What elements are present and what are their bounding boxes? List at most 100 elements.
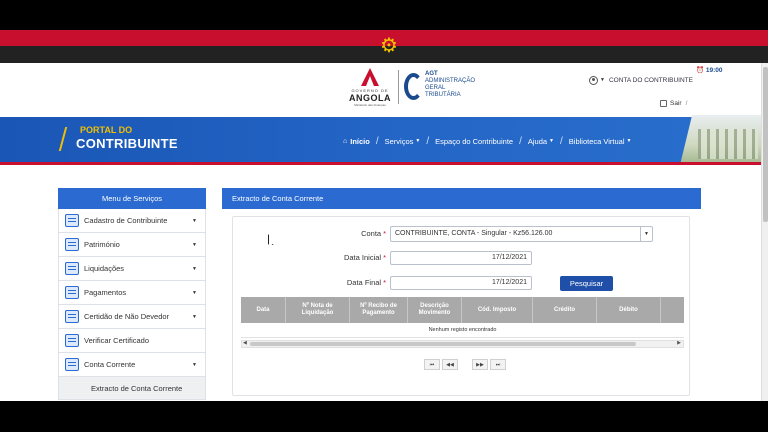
data-inicial-label-text: Data Inicial bbox=[343, 253, 382, 262]
agt-line2: GERAL bbox=[425, 85, 446, 91]
caret-down-icon: ▼ bbox=[192, 242, 197, 248]
next-page-button[interactable]: ▶▶ bbox=[472, 359, 488, 370]
page-scroll-thumb[interactable] bbox=[763, 67, 768, 222]
nav-item-biblioteca[interactable]: Biblioteca Virtual ▼ bbox=[569, 137, 632, 146]
services-sidebar: Menu de Serviços Cadastro de Contribuint… bbox=[58, 188, 206, 401]
column-header[interactable]: Crédito bbox=[533, 297, 597, 323]
data-inicial-input[interactable]: 17/12/2021 bbox=[390, 251, 532, 265]
column-header[interactable]: Nº Recibo de Pagamento bbox=[350, 297, 408, 323]
chevron-down-icon: ▼ bbox=[549, 138, 554, 144]
scroll-right-icon[interactable]: ▶ bbox=[677, 340, 681, 346]
angola-logo-mark-icon bbox=[361, 68, 379, 86]
nav-separator: / bbox=[426, 135, 430, 147]
column-header[interactable]: Data bbox=[241, 297, 286, 323]
brand-accent-bar bbox=[58, 127, 68, 151]
nav-separator: / bbox=[560, 135, 563, 147]
column-header[interactable]: Cód. Imposto bbox=[462, 297, 533, 323]
caret-down-icon: ▼ bbox=[192, 266, 197, 272]
nav-label-inicio: Início bbox=[350, 136, 370, 146]
agt-abbr: AGT bbox=[425, 71, 438, 77]
column-header[interactable]: Débito bbox=[597, 297, 661, 323]
sidebar-item-certidao[interactable]: Certidão de Não Devedor ▼ bbox=[58, 305, 206, 329]
caret-down-icon: ▼ bbox=[192, 290, 197, 296]
chevron-down-icon: ▼ bbox=[626, 138, 632, 144]
clock-icon: ⏰ bbox=[696, 67, 705, 74]
table-horizontal-scrollbar[interactable]: ◀ ▶ bbox=[241, 340, 684, 348]
logout-link[interactable]: Sair / bbox=[660, 100, 687, 107]
chevron-down-icon: ▼ bbox=[640, 227, 652, 241]
sidebar-item-label: Verificar Certificado bbox=[84, 336, 150, 345]
sidebar-item-label: Conta Corrente bbox=[84, 360, 136, 369]
sidebar-subitem-extracto[interactable]: Extracto de Conta Corrente bbox=[58, 377, 206, 400]
verify-icon bbox=[65, 334, 79, 347]
account-menu[interactable]: ▼ CONTA DO CONTRIBUINTE bbox=[589, 74, 693, 86]
sidebar-item-label: Cadastro de Contribuinte bbox=[84, 216, 168, 225]
nav-label-ajuda: Ajuda bbox=[527, 136, 548, 146]
column-header[interactable]: Descrição Movimento bbox=[408, 297, 462, 323]
banner-building-image bbox=[680, 115, 761, 165]
scroll-left-icon[interactable]: ◀ bbox=[243, 340, 247, 346]
data-final-label-text: Data Final bbox=[346, 278, 382, 287]
angola-flag-bar: ⚙ bbox=[0, 30, 768, 63]
column-header[interactable]: Nº Nota de Liquidação bbox=[286, 297, 350, 323]
previous-page-button[interactable]: ◀◀ bbox=[442, 359, 458, 370]
last-page-button[interactable]: ⏭ bbox=[490, 359, 506, 370]
sidebar-title: Menu de Serviços bbox=[58, 188, 206, 209]
sidebar-item-pagamentos[interactable]: Pagamentos ▼ bbox=[58, 281, 206, 305]
building-icon bbox=[65, 238, 79, 251]
agt-logo[interactable]: AGT ADMINISTRAÇÃO GERAL TRIBUTÁRIA bbox=[404, 71, 484, 107]
angola-emblem-icon: ⚙ bbox=[380, 35, 398, 57]
pager-gap bbox=[460, 359, 470, 370]
sidebar-item-label: Pagamentos bbox=[84, 288, 127, 297]
sidebar-item-conta-corrente[interactable]: Conta Corrente ▼ bbox=[58, 353, 206, 377]
brand-line1: PORTAL DO bbox=[80, 125, 133, 135]
sidebar-item-label: Certidão de Não Devedor bbox=[84, 312, 170, 321]
clock-time: 19:00 bbox=[705, 67, 723, 74]
agt-ring-icon bbox=[404, 73, 423, 100]
ledger-icon bbox=[65, 358, 79, 371]
nav-label-espaco: Espaço do Contribuinte bbox=[435, 136, 514, 146]
agt-line1: ADMINISTRAÇÃO bbox=[425, 78, 476, 84]
panel-title: Extracto de Conta Corrente bbox=[222, 188, 701, 209]
nav-item-inicio[interactable]: ⌂ Início bbox=[343, 137, 370, 146]
nav-separator: / bbox=[519, 135, 522, 147]
scroll-thumb[interactable] bbox=[250, 342, 636, 346]
agt-logo-text: AGT ADMINISTRAÇÃO GERAL TRIBUTÁRIA bbox=[425, 71, 475, 99]
lock-icon bbox=[660, 100, 667, 107]
required-mark: * bbox=[383, 278, 386, 287]
gov-logo-big-text: ANGOLA bbox=[349, 93, 391, 103]
governo-angola-logo[interactable]: GOVERNO DE ANGOLA Ministério das Finança… bbox=[346, 68, 394, 112]
nav-item-espaco[interactable]: Espaço do Contribuinte bbox=[435, 137, 513, 146]
first-page-button[interactable]: ⏮ bbox=[424, 359, 440, 370]
empty-table-message: Nenhum registo encontrado bbox=[241, 323, 684, 338]
screen: ⚙ GOVERNO DE ANGOLA Ministério das Finan… bbox=[0, 0, 768, 432]
banner-red-line bbox=[0, 162, 761, 165]
table-header: Data Nº Nota de Liquidação Nº Recibo de … bbox=[241, 297, 684, 323]
conta-label-text: Conta bbox=[361, 229, 382, 238]
data-final-input[interactable]: 17/12/2021 bbox=[390, 276, 532, 290]
sidebar-item-verificar[interactable]: Verificar Certificado bbox=[58, 329, 206, 353]
sidebar-item-cadastro[interactable]: Cadastro de Contribuinte ▼ bbox=[58, 209, 206, 233]
conta-select[interactable]: CONTRIBUINTE, CONTA - Singular - Kz56.12… bbox=[390, 226, 653, 242]
chevron-down-icon: ▼ bbox=[600, 77, 605, 83]
nav-item-ajuda[interactable]: Ajuda ▼ bbox=[528, 137, 554, 146]
conta-select-value: CONTRIBUINTE, CONTA - Singular - Kz56.12… bbox=[395, 230, 553, 237]
sidebar-subitem-label: Extracto de Conta Corrente bbox=[91, 383, 183, 393]
chevron-down-icon: ▼ bbox=[415, 138, 421, 144]
nav-label-servicos: Serviços bbox=[384, 136, 414, 146]
column-header-extra bbox=[661, 297, 684, 323]
sidebar-item-liquidacoes[interactable]: Liquidações ▼ bbox=[58, 257, 206, 281]
nav-item-servicos[interactable]: Serviços ▼ bbox=[385, 137, 421, 146]
data-final-label: Data Final * bbox=[286, 278, 386, 287]
conta-label: Conta * bbox=[286, 229, 386, 238]
nav-banner: PORTAL DO CONTRIBUINTE ⌂ Início / Serviç… bbox=[0, 115, 761, 165]
main-nav: ⌂ Início / Serviços ▼ / Espaço do Contri… bbox=[343, 135, 631, 147]
sidebar-item-patrimonio[interactable]: Património ▼ bbox=[58, 233, 206, 257]
clock: ⏰ 19:00 bbox=[696, 66, 723, 74]
account-label: CONTA DO CONTRIBUINTE bbox=[608, 76, 693, 84]
agt-line3: TRIBUTÁRIA bbox=[425, 92, 461, 98]
page-vertical-scrollbar[interactable] bbox=[761, 63, 768, 401]
movements-table: Data Nº Nota de Liquidação Nº Recibo de … bbox=[241, 297, 684, 352]
sidebar-item-label: Património bbox=[84, 240, 120, 249]
search-button[interactable]: Pesquisar bbox=[560, 276, 613, 291]
